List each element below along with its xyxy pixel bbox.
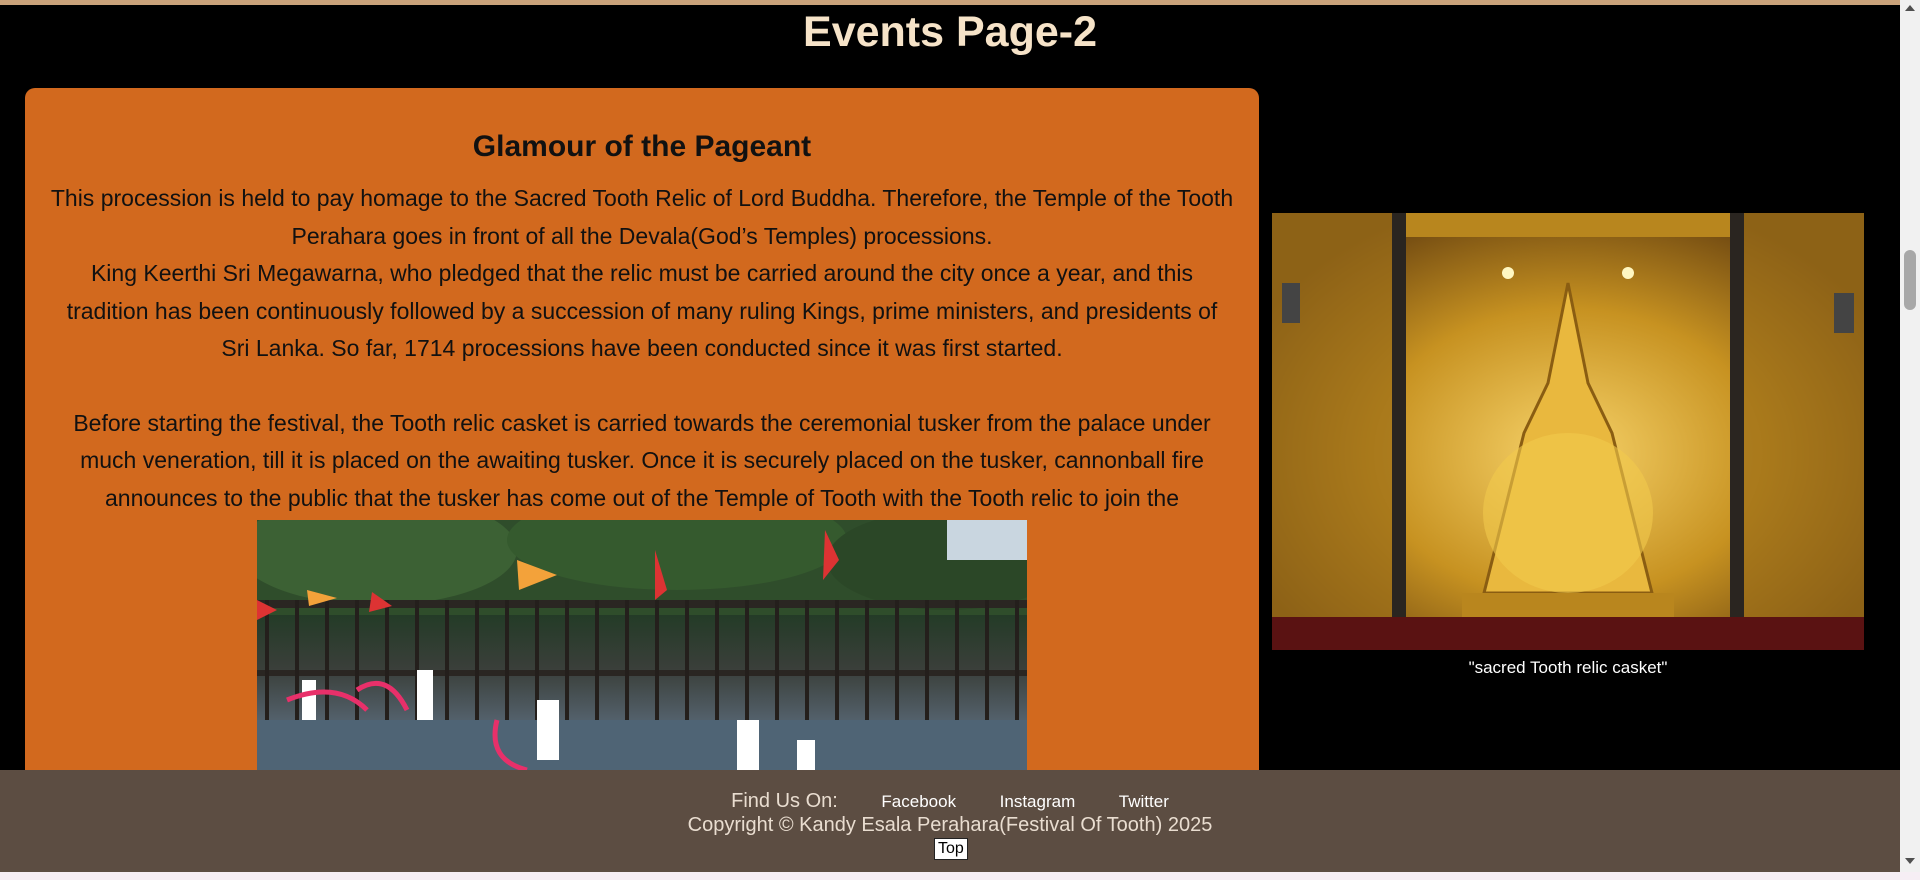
bottom-strip bbox=[0, 872, 1920, 880]
relic-casket-caption: "sacred Tooth relic casket" bbox=[1468, 658, 1668, 677]
article-heading: Glamour of the Pageant bbox=[472, 130, 812, 163]
article-paragraph-2: King Keerthi Sri Megawarna, who pledged … bbox=[66, 260, 1218, 361]
page-viewport: Events Page-2 Glamour of the Pageant Thi… bbox=[0, 0, 1900, 872]
facebook-link[interactable]: Facebook bbox=[881, 792, 956, 811]
instagram-link[interactable]: Instagram bbox=[1000, 792, 1076, 811]
article-paragraph-1: This procession is held to pay homage to… bbox=[50, 185, 1234, 249]
find-us-label: Find Us On: bbox=[731, 790, 838, 812]
procession-photo bbox=[257, 520, 1027, 788]
scrollbar-thumb[interactable] bbox=[1904, 250, 1916, 310]
vertical-scrollbar[interactable] bbox=[1900, 0, 1920, 872]
scroll-down-arrow-icon[interactable] bbox=[1905, 858, 1915, 864]
back-to-top-button[interactable]: Top bbox=[934, 838, 968, 860]
article-body: This procession is held to pay homage to… bbox=[50, 180, 1234, 555]
scroll-up-arrow-icon[interactable] bbox=[1905, 5, 1915, 11]
page-footer: Find Us On: Facebook Instagram Twitter C… bbox=[0, 770, 1900, 872]
relic-casket-photo bbox=[1272, 213, 1864, 650]
article-card: Glamour of the Pageant This procession i… bbox=[25, 88, 1259, 788]
top-border bbox=[0, 0, 1900, 5]
twitter-link[interactable]: Twitter bbox=[1119, 792, 1169, 811]
social-links: Find Us On: Facebook Instagram Twitter bbox=[0, 790, 1900, 813]
copyright-text: Copyright © Kandy Esala Perahara(Festiva… bbox=[687, 814, 1213, 836]
page-title: Events Page-2 bbox=[803, 8, 1097, 56]
